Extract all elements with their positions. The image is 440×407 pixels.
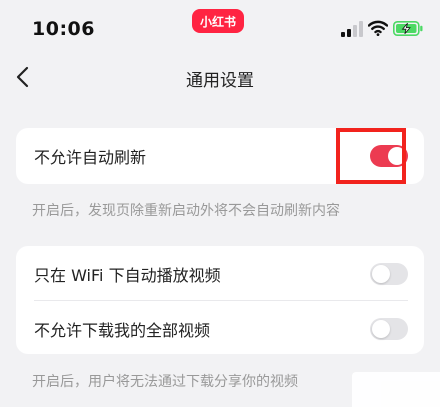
signal-icon (341, 21, 363, 37)
download-toggle[interactable] (370, 318, 408, 340)
app-logo-label: 小红书 (199, 14, 236, 29)
page-title: 通用设置 (186, 71, 254, 91)
nav-bar: 通用设置 (0, 52, 440, 102)
wifi-autoplay-toggle[interactable] (370, 263, 408, 285)
app-logo: 小红书 (192, 9, 244, 33)
status-time: 10:06 (32, 18, 95, 40)
setting-row-download: 不允许下载我的全部视频 (16, 301, 424, 355)
hint-text-download: 开启后，用户将无法通过下载分享你的视频 (32, 374, 298, 390)
battery-charging-icon (393, 21, 423, 36)
setting-row-wifi-autoplay: 只在 WiFi 下自动播放视频 (16, 246, 424, 300)
setting-label-wifi-autoplay: 只在 WiFi 下自动播放视频 (34, 266, 221, 285)
settings-card-video: 只在 WiFi 下自动播放视频 不允许下载我的全部视频 (16, 246, 424, 354)
setting-label-download: 不允许下载我的全部视频 (34, 321, 211, 340)
watermark-overlay (352, 372, 440, 407)
hint-text-auto-refresh: 开启后，发现页除重新启动外将不会自动刷新内容 (32, 203, 340, 219)
wifi-icon (368, 20, 388, 36)
setting-label-auto-refresh: 不允许自动刷新 (34, 148, 147, 167)
annotation-highlight-box (336, 128, 406, 184)
status-bar: 10:06 小红书 (0, 0, 440, 50)
